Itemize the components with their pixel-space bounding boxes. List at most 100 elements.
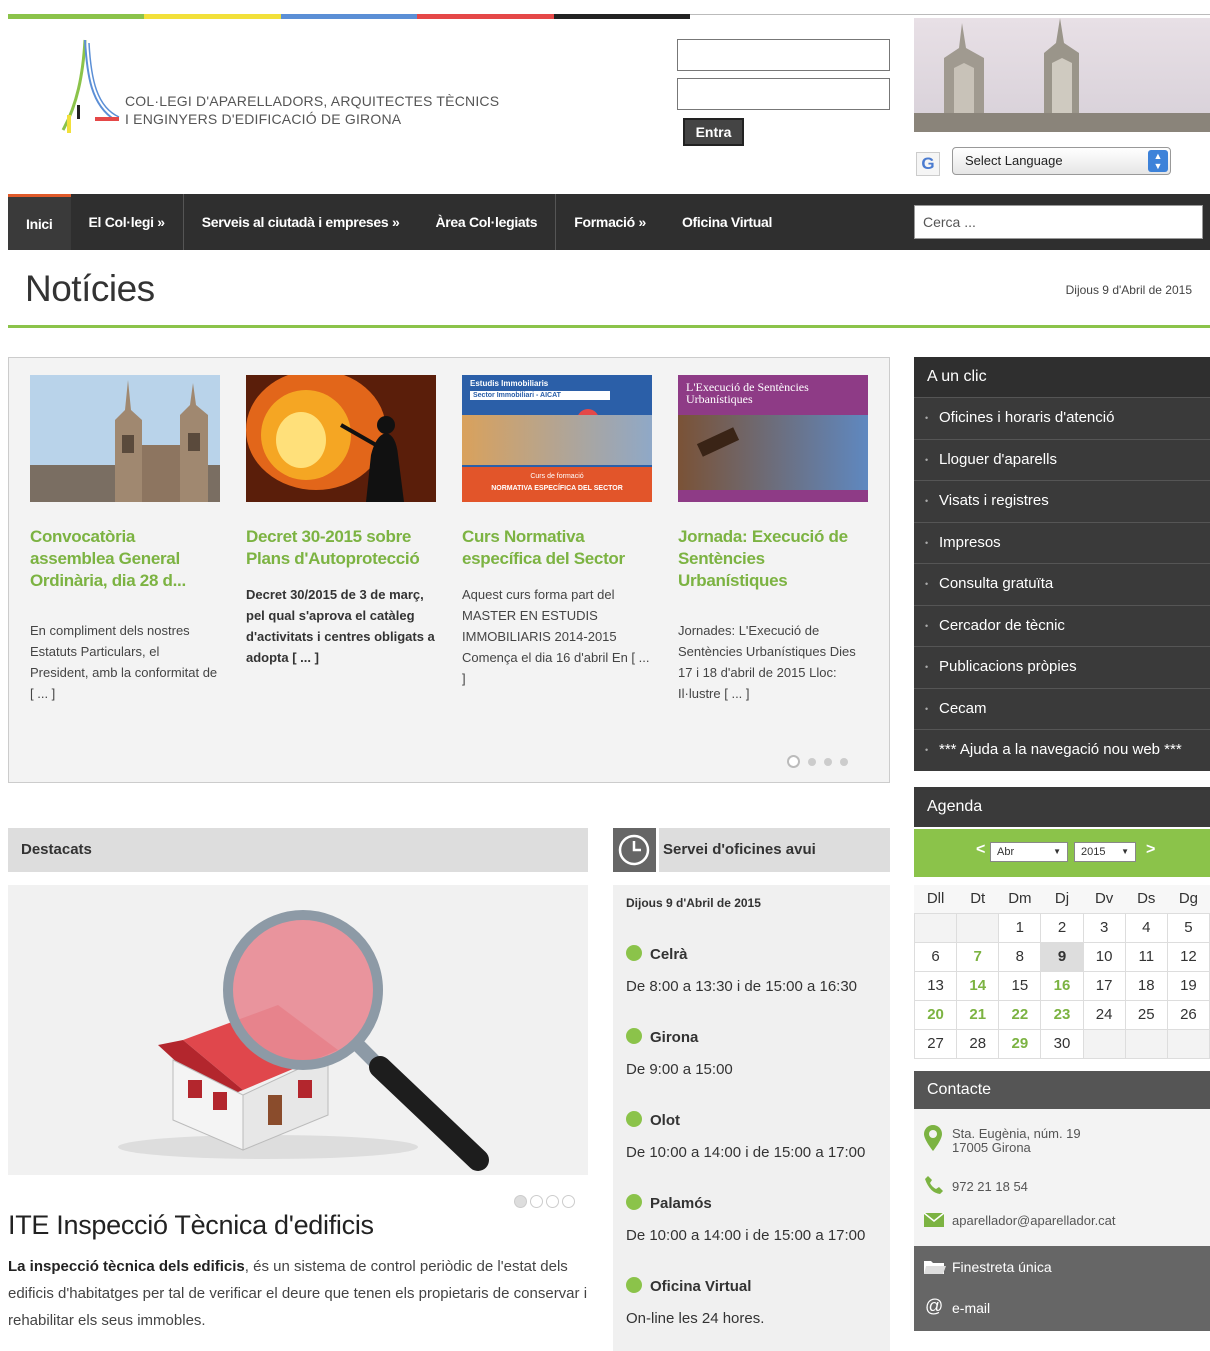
agenda-prev-button[interactable]: <: [976, 841, 985, 859]
calendar-day[interactable]: 18: [1124, 970, 1168, 1001]
page-title: Notícies: [25, 268, 155, 309]
password-input[interactable]: [677, 78, 890, 110]
folder-icon: [924, 1261, 946, 1274]
clic-item-publicacions[interactable]: Publicacions pròpies: [914, 646, 1210, 688]
chevron-down-icon: ▼: [1121, 847, 1129, 856]
main-nav: Inici El Col·legi » Serveis al ciutadà i…: [8, 194, 1210, 250]
calendar-day[interactable]: 9: [1040, 941, 1084, 972]
calendar-day[interactable]: 28: [956, 1028, 1000, 1059]
contact-email[interactable]: aparellador@aparellador.cat: [952, 1213, 1116, 1228]
calendar-day[interactable]: 4: [1124, 912, 1168, 943]
calendar-day[interactable]: 14: [956, 970, 1000, 1001]
calendar-day[interactable]: 10: [1082, 941, 1126, 972]
news-excerpt: Decret 30/2015 de 3 de març, pel qual s'…: [246, 587, 435, 665]
nav-area-collegiats[interactable]: Àrea Col·legiats: [417, 194, 555, 250]
news-title[interactable]: Curs Normativa específica del Sector: [462, 526, 652, 570]
agenda-year-select[interactable]: 2015 ▼: [1074, 842, 1136, 862]
calendar-day[interactable]: 26: [1166, 999, 1210, 1030]
calendar-day[interactable]: 23: [1040, 999, 1084, 1030]
calendar-day[interactable]: 8: [998, 941, 1042, 972]
calendar-day[interactable]: 11: [1124, 941, 1168, 972]
news-item[interactable]: Convocatòria assemblea General Ordinària…: [30, 375, 220, 704]
calendar-day[interactable]: 21: [956, 999, 1000, 1030]
news-title[interactable]: Decret 30-2015 sobre Plans d'Autoprotecc…: [246, 526, 436, 570]
contact-phone[interactable]: 972 21 18 54: [952, 1179, 1028, 1194]
office-name[interactable]: Celrà: [626, 945, 688, 963]
strip-yellow: [144, 14, 281, 19]
news-image-towers[interactable]: [30, 375, 220, 502]
destacats-dot[interactable]: [546, 1195, 559, 1208]
nav-el-collegi[interactable]: El Col·legi »: [71, 194, 183, 250]
news-title[interactable]: Convocatòria assemblea General Ordinària…: [30, 526, 220, 592]
calendar-day[interactable]: 24: [1082, 999, 1126, 1030]
nav-inici[interactable]: Inici: [8, 194, 71, 250]
calendar-day[interactable]: 1: [998, 912, 1042, 943]
header-photo: [914, 18, 1210, 132]
college-logo-icon[interactable]: [55, 35, 125, 135]
agenda-month-select[interactable]: Abr ▼: [990, 842, 1068, 862]
clic-item-cecam[interactable]: Cecam: [914, 687, 1210, 729]
news-title[interactable]: Jornada: Execució de Sentències Urbaníst…: [678, 526, 868, 592]
clic-item-ajuda[interactable]: *** Ajuda a la navegació nou web ***: [914, 729, 1210, 771]
slider-dot[interactable]: [808, 757, 816, 766]
clic-item-lloguer[interactable]: Lloguer d'aparells: [914, 438, 1210, 480]
office-name[interactable]: Palamós: [626, 1194, 712, 1212]
clic-item-consulta[interactable]: Consulta gratuïta: [914, 563, 1210, 605]
office-name[interactable]: Olot: [626, 1111, 680, 1129]
ite-title[interactable]: ITE Inspecció Tècnica d'edificis: [8, 1210, 374, 1241]
clic-item-visats[interactable]: Visats i registres: [914, 480, 1210, 522]
calendar-day[interactable]: 30: [1040, 1028, 1084, 1059]
office-name[interactable]: Oficina Virtual: [626, 1277, 751, 1295]
news-image-course[interactable]: Estudis Immobiliaris Sector Immobiliari …: [462, 375, 652, 502]
calendar-day[interactable]: 20: [913, 999, 958, 1030]
calendar-day[interactable]: 19: [1166, 970, 1210, 1001]
calendar-day[interactable]: 7: [956, 941, 1000, 972]
calendar-day[interactable]: 22: [998, 999, 1042, 1030]
news-item[interactable]: L'Execució de Sentències Urbanístiques J…: [678, 375, 868, 704]
slider-dot[interactable]: [824, 757, 832, 766]
login-button[interactable]: Entra: [683, 118, 744, 146]
clic-item-impresos[interactable]: Impresos: [914, 521, 1210, 563]
calendar-day[interactable]: 13: [913, 970, 958, 1001]
calendar-day[interactable]: 16: [1040, 970, 1084, 1001]
clic-item-cercador[interactable]: Cercador de tècnic: [914, 604, 1210, 646]
username-input[interactable]: [677, 39, 890, 71]
calendar-day[interactable]: 27: [913, 1028, 958, 1059]
google-translate-icon[interactable]: G: [916, 152, 940, 176]
calendar-day[interactable]: 25: [1124, 999, 1168, 1030]
nav-serveis[interactable]: Serveis al ciutadà i empreses »: [184, 194, 418, 250]
agenda-next-button[interactable]: >: [1146, 841, 1155, 859]
calendar-day[interactable]: 15: [998, 970, 1042, 1001]
ite-image[interactable]: [8, 885, 588, 1175]
calendar-day[interactable]: 3: [1082, 912, 1126, 943]
calendar-day[interactable]: 17: [1082, 970, 1126, 1001]
strip-black: [553, 14, 691, 19]
destacats-dot[interactable]: [562, 1195, 575, 1208]
course-banner-photo: [462, 415, 652, 465]
agenda-year-value: 2015: [1081, 846, 1106, 858]
calendar-day[interactable]: 29: [998, 1028, 1042, 1059]
destacats-dot[interactable]: [514, 1195, 527, 1208]
email-link[interactable]: e-mail: [952, 1300, 990, 1316]
slider-dot[interactable]: [840, 757, 848, 766]
news-item[interactable]: Estudis Immobiliaris Sector Immobiliari …: [462, 375, 652, 689]
nav-formacio[interactable]: Formació »: [556, 194, 664, 250]
news-image-jornada[interactable]: L'Execució de Sentències Urbanístiques: [678, 375, 868, 502]
college-name: COL·LEGI D'APARELLADORS, ARQUITECTES TÈC…: [125, 92, 499, 128]
search-input[interactable]: Cerca ...: [914, 205, 1203, 239]
calendar-day[interactable]: 12: [1166, 941, 1210, 972]
news-image-fire[interactable]: [246, 375, 436, 502]
calendar-weekday: Ds: [1137, 890, 1156, 908]
language-select[interactable]: Select Language ▲ ▼: [952, 147, 1171, 175]
nav-oficina-virtual[interactable]: Oficina Virtual: [664, 194, 790, 250]
finestreta-link[interactable]: Finestreta única: [952, 1259, 1052, 1275]
calendar-day[interactable]: 2: [1040, 912, 1084, 943]
slider-dot[interactable]: [787, 755, 800, 768]
office-name[interactable]: Girona: [626, 1028, 698, 1046]
destacats-dot[interactable]: [530, 1195, 543, 1208]
news-item[interactable]: Decret 30-2015 sobre Plans d'Autoprotecc…: [246, 375, 436, 668]
calendar-day[interactable]: 6: [913, 941, 958, 972]
calendar-day[interactable]: 5: [1166, 912, 1210, 943]
clic-item-oficines[interactable]: Oficines i horaris d'atenció: [914, 397, 1210, 439]
map-pin-icon: [924, 1125, 942, 1151]
